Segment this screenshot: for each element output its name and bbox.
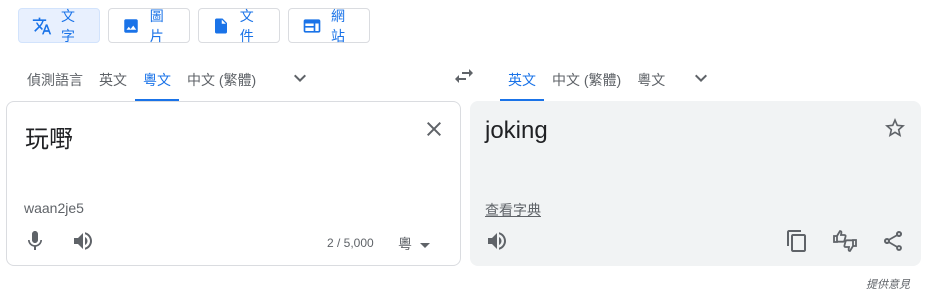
target-language-tabs: 英文 中文 (繁體) 粵文: [500, 59, 725, 101]
chevron-down-icon: [689, 66, 713, 95]
translate-icon: [32, 16, 52, 36]
text-mode-button[interactable]: 文字: [18, 7, 100, 44]
chevron-down-icon: [288, 66, 312, 95]
rate-translation-button[interactable]: [833, 229, 857, 255]
listen-translation-button[interactable]: [485, 231, 509, 255]
save-translation-button[interactable]: [883, 116, 907, 145]
website-mode-label: 網站: [331, 7, 345, 44]
input-method-label: 粵: [398, 236, 412, 252]
character-count: 2 / 5,000: [327, 236, 374, 250]
thumbs-up-down-icon: [832, 228, 858, 259]
website-icon: [302, 16, 322, 36]
source-language-tabs: 偵測語言 英文 粵文 中文 (繁體): [18, 59, 324, 101]
tab-target-chinese-traditional[interactable]: 中文 (繁體): [544, 59, 629, 101]
document-mode-label: 文件: [239, 7, 254, 44]
tab-source-chinese-traditional[interactable]: 中文 (繁體): [179, 59, 264, 101]
text-mode-label: 文字: [61, 7, 75, 44]
translated-text: joking: [485, 117, 548, 144]
mode-selector: 文字 圖片 文件 網站: [18, 7, 378, 44]
view-dictionary-link[interactable]: 查看字典: [485, 200, 541, 220]
tab-target-cantonese[interactable]: 粵文: [629, 59, 673, 101]
target-language-dropdown[interactable]: [673, 59, 725, 101]
source-text-input[interactable]: 玩嘢: [25, 119, 73, 154]
share-icon: [881, 229, 905, 258]
caret-down-icon: [420, 236, 430, 252]
tab-target-english[interactable]: 英文: [500, 59, 544, 101]
swap-languages-button[interactable]: [450, 64, 478, 92]
star-icon: [883, 116, 907, 145]
tab-detect-language[interactable]: 偵測語言: [18, 59, 91, 101]
microphone-icon: [23, 229, 47, 258]
source-romanization: waan2je5: [24, 200, 84, 216]
swap-icon: [452, 64, 476, 93]
speaker-icon: [71, 229, 95, 258]
tab-source-cantonese[interactable]: 粵文: [135, 59, 179, 101]
image-mode-button[interactable]: 圖片: [108, 7, 190, 44]
image-mode-label: 圖片: [149, 7, 164, 44]
input-tools-button[interactable]: 粵: [398, 234, 430, 254]
document-mode-button[interactable]: 文件: [198, 7, 280, 44]
send-feedback-link[interactable]: 提供意見: [866, 276, 910, 292]
image-icon: [122, 16, 141, 36]
document-icon: [212, 16, 231, 36]
source-text-panel: 玩嘢 waan2je5 2 / 5,000 粵: [6, 101, 461, 266]
listen-source-button[interactable]: [71, 231, 95, 255]
close-icon: [422, 117, 446, 146]
website-mode-button[interactable]: 網站: [288, 7, 370, 44]
copy-translation-button[interactable]: [785, 229, 809, 258]
clear-source-button[interactable]: [422, 119, 446, 143]
share-translation-button[interactable]: [881, 229, 905, 258]
voice-input-button[interactable]: [23, 229, 47, 258]
source-language-dropdown[interactable]: [264, 59, 324, 101]
tab-source-english[interactable]: 英文: [91, 59, 135, 101]
copy-icon: [785, 229, 809, 258]
translation-panel: joking 查看字典: [470, 101, 921, 266]
speaker-icon: [485, 229, 509, 258]
